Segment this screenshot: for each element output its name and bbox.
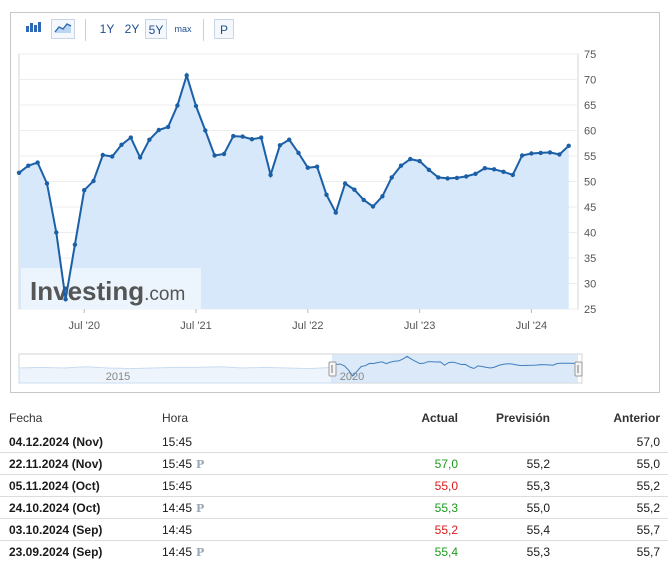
navigator-selection[interactable] bbox=[332, 354, 578, 383]
preliminary-icon: P bbox=[196, 546, 205, 559]
actual-value: 55,3 bbox=[434, 501, 458, 515]
forecast-value: 55,3 bbox=[526, 479, 550, 493]
preliminary-icon: P bbox=[196, 458, 205, 471]
table-row: 22.11.2024 (Nov) 15:45 P 57,0 55,2 55,0 bbox=[0, 453, 668, 475]
table-row: 24.10.2024 (Oct) 14:45 P 55,3 55,0 55,2 bbox=[0, 497, 668, 519]
previous-value: 55,2 bbox=[636, 501, 660, 515]
header-previous: Anterior bbox=[613, 411, 660, 425]
table-row: 04.12.2024 (Nov) 15:45 57,0 bbox=[0, 431, 668, 453]
actual-value: 57,0 bbox=[434, 457, 458, 471]
previous-value: 55,2 bbox=[636, 479, 660, 493]
release-date: 23.09.2024 (Sep) bbox=[9, 545, 103, 559]
forecast-value: 55,3 bbox=[526, 545, 550, 559]
release-date: 22.11.2024 (Nov) bbox=[9, 457, 103, 471]
forecast-value: 55,0 bbox=[526, 501, 550, 515]
release-date: 24.10.2024 (Oct) bbox=[9, 501, 101, 515]
release-time: 14:45 bbox=[162, 523, 193, 537]
navigator-year-label: 2015 bbox=[106, 371, 130, 383]
actual-value: 55,2 bbox=[434, 523, 458, 537]
header-forecast: Previsión bbox=[495, 411, 550, 425]
preliminary-icon: P bbox=[196, 502, 205, 515]
forecast-value: 55,4 bbox=[526, 523, 550, 537]
release-date: 03.10.2024 (Sep) bbox=[9, 523, 103, 537]
header-actual: Actual bbox=[421, 411, 458, 425]
table-row: 23.09.2024 (Sep) 14:45 P 55,4 55,3 55,7 bbox=[0, 541, 668, 563]
release-date: 05.11.2024 (Oct) bbox=[9, 479, 100, 493]
release-time: 14:45 P bbox=[162, 545, 205, 559]
actual-value: 55,4 bbox=[434, 545, 458, 559]
header-time: Hora bbox=[162, 411, 189, 425]
table-header-row: Fecha Hora Actual Previsión Anterior bbox=[0, 404, 668, 426]
range-navigator[interactable]: 2015 2020 bbox=[0, 0, 668, 395]
previous-value: 55,7 bbox=[636, 523, 660, 537]
header-date: Fecha bbox=[9, 411, 43, 425]
release-time: 14:45 P bbox=[162, 501, 205, 515]
table-row: 05.11.2024 (Oct) 15:45 55,0 55,3 55,2 bbox=[0, 475, 668, 497]
release-time: 15:45 bbox=[162, 479, 193, 493]
forecast-value: 55,2 bbox=[526, 457, 550, 471]
previous-value: 57,0 bbox=[636, 435, 660, 449]
table-row: 03.10.2024 (Sep) 14:45 55,2 55,4 55,7 bbox=[0, 519, 668, 541]
release-time: 15:45 bbox=[162, 435, 193, 449]
release-time: 15:45 P bbox=[162, 457, 205, 471]
navigator-year-label: 2020 bbox=[340, 371, 364, 383]
release-date: 04.12.2024 (Nov) bbox=[9, 435, 104, 449]
previous-value: 55,0 bbox=[636, 457, 660, 471]
navigator-history bbox=[18, 366, 333, 384]
previous-value: 55,7 bbox=[636, 545, 660, 559]
actual-value: 55,0 bbox=[434, 479, 458, 493]
